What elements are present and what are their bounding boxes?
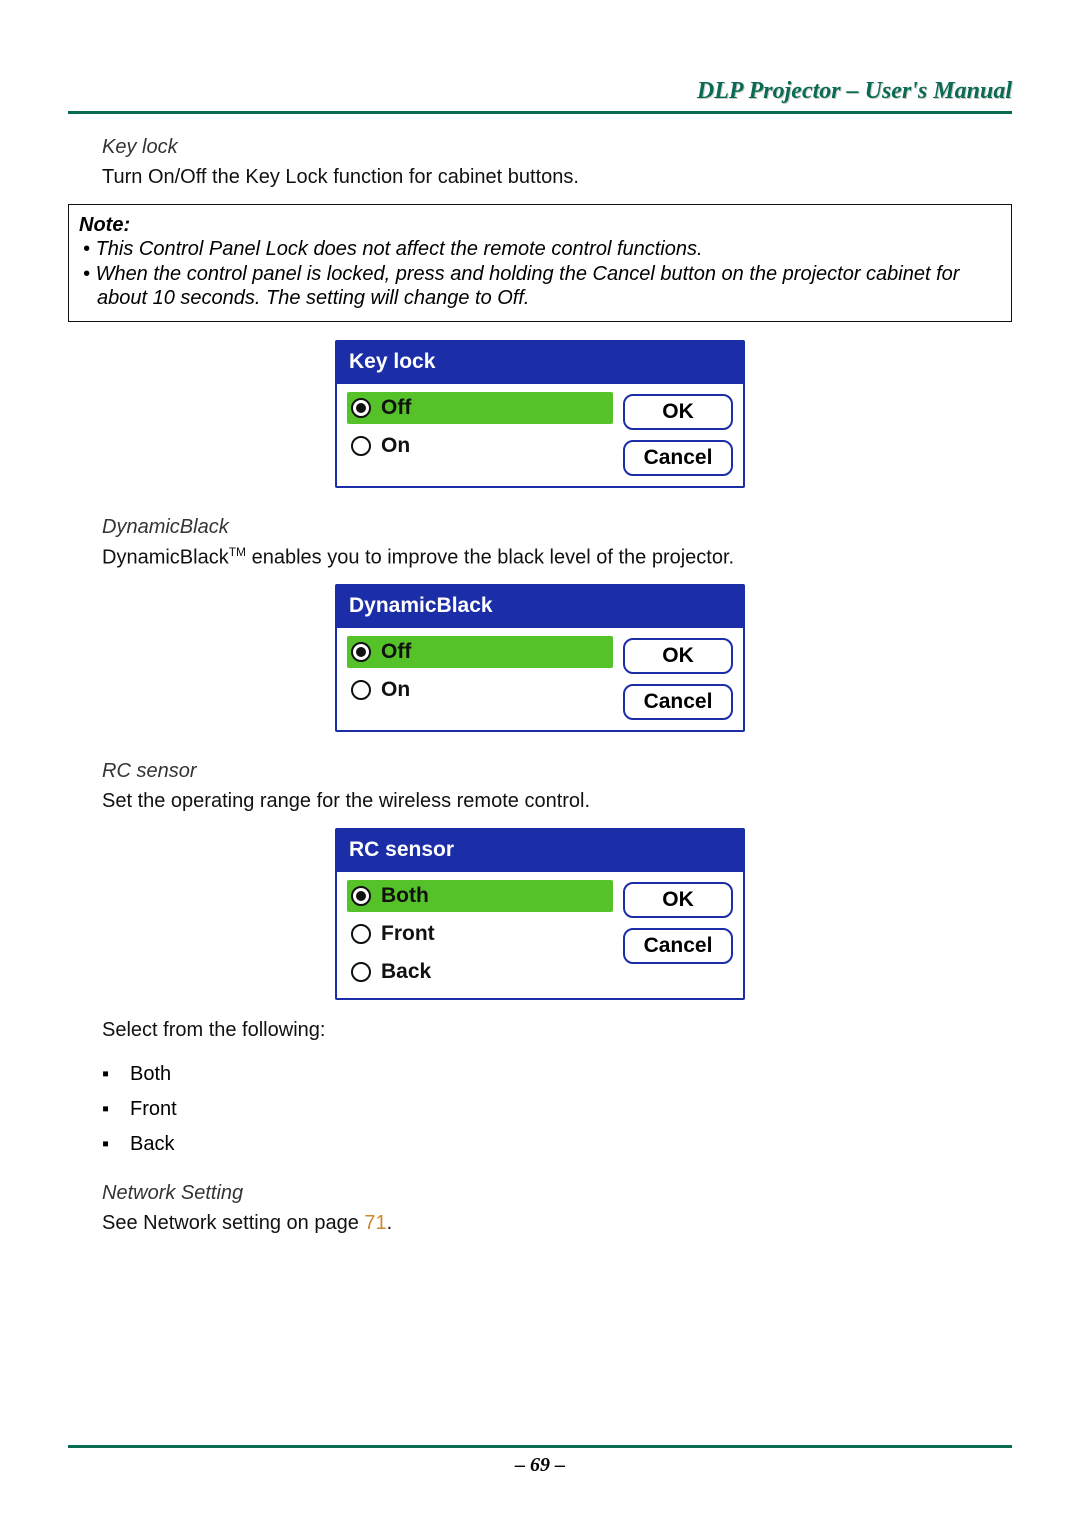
- button-col-dynamicblack: OK Cancel: [623, 636, 733, 720]
- body-text-dynamicblack: DynamicBlackTM enables you to improve th…: [68, 545, 1012, 571]
- header-rule: [68, 111, 1012, 114]
- dialog-body-rcsensor: Both Front Back OK Cancel: [337, 872, 743, 998]
- section-heading-rcsensor: RC sensor: [68, 760, 1012, 783]
- dialog-title-keylock: Key lock: [337, 342, 743, 384]
- note-item-2a: When the control panel is locked, press …: [96, 263, 960, 285]
- radio-filled-icon: [351, 886, 371, 906]
- note-item-2: When the control panel is locked, press …: [83, 262, 1001, 311]
- dialog-body-keylock: Off On OK Cancel: [337, 384, 743, 486]
- option-keylock-off[interactable]: Off: [347, 392, 613, 424]
- db-sup: TM: [229, 545, 246, 559]
- body-text-rcsensor: Set the operating range for the wireless…: [68, 789, 1012, 814]
- options-col-keylock: Off On: [347, 392, 613, 476]
- button-col-keylock: OK Cancel: [623, 392, 733, 476]
- note-list: This Control Panel Lock does not affect …: [79, 237, 1001, 310]
- manual-page: DLP Projector – User's Manual Key lock T…: [0, 0, 1080, 1527]
- section-heading-keylock: Key lock: [68, 136, 1012, 159]
- dialog-title-rcsensor: RC sensor: [337, 830, 743, 872]
- option-rcsensor-front[interactable]: Front: [347, 918, 613, 950]
- radio-empty-icon: [351, 962, 371, 982]
- header-title: DLP Projector – User's Manual: [68, 78, 1012, 111]
- note-label: Note:: [79, 213, 1001, 237]
- page-footer: – 69 –: [0, 1445, 1080, 1477]
- option-keylock-on[interactable]: On: [347, 430, 613, 462]
- option-label: Back: [381, 960, 431, 984]
- option-rcsensor-both[interactable]: Both: [347, 880, 613, 912]
- dialog-rcsensor: RC sensor Both Front Back OK Cancel: [335, 828, 745, 1000]
- options-col-dynamicblack: Off On: [347, 636, 613, 720]
- db-text-a: DynamicBlack: [102, 546, 229, 568]
- option-dynamicblack-on[interactable]: On: [347, 674, 613, 706]
- dialog-title-dynamicblack: DynamicBlack: [337, 586, 743, 628]
- option-label: On: [381, 678, 410, 702]
- list-item: Both: [102, 1057, 1012, 1092]
- ok-button[interactable]: OK: [623, 882, 733, 918]
- radio-empty-icon: [351, 680, 371, 700]
- page-number: – 69 –: [0, 1454, 1080, 1477]
- body-text-keylock: Turn On/Off the Key Lock function for ca…: [68, 165, 1012, 190]
- ok-button[interactable]: OK: [623, 638, 733, 674]
- list-item: Front: [102, 1092, 1012, 1127]
- rcsensor-bullet-list: Both Front Back: [68, 1057, 1012, 1162]
- body-text-network: See Network setting on page 71.: [68, 1211, 1012, 1236]
- dialog-body-dynamicblack: Off On OK Cancel: [337, 628, 743, 730]
- radio-filled-icon: [351, 642, 371, 662]
- option-label: Off: [381, 640, 411, 664]
- note-item-1: This Control Panel Lock does not affect …: [83, 237, 1001, 261]
- option-label: Front: [381, 922, 435, 946]
- note-item-2b: about 10 seconds. The setting will chang…: [83, 286, 1001, 310]
- option-dynamicblack-off[interactable]: Off: [347, 636, 613, 668]
- footer-rule: [68, 1445, 1012, 1448]
- ok-button[interactable]: OK: [623, 394, 733, 430]
- button-col-rcsensor: OK Cancel: [623, 880, 733, 988]
- option-label: On: [381, 434, 410, 458]
- network-text-a: See Network setting on page: [102, 1212, 364, 1234]
- cancel-button[interactable]: Cancel: [623, 928, 733, 964]
- dialog-keylock: Key lock Off On OK Cancel: [335, 340, 745, 488]
- section-heading-network: Network Setting: [68, 1182, 1012, 1205]
- option-label: Off: [381, 396, 411, 420]
- radio-empty-icon: [351, 436, 371, 456]
- radio-filled-icon: [351, 398, 371, 418]
- dialog-dynamicblack: DynamicBlack Off On OK Cancel: [335, 584, 745, 732]
- cancel-button[interactable]: Cancel: [623, 684, 733, 720]
- option-label: Both: [381, 884, 429, 908]
- cancel-button[interactable]: Cancel: [623, 440, 733, 476]
- option-rcsensor-back[interactable]: Back: [347, 956, 613, 988]
- section-heading-dynamicblack: DynamicBlack: [68, 516, 1012, 539]
- list-item: Back: [102, 1127, 1012, 1162]
- radio-empty-icon: [351, 924, 371, 944]
- options-col-rcsensor: Both Front Back: [347, 880, 613, 988]
- select-from-text: Select from the following:: [68, 1018, 1012, 1043]
- network-text-b: .: [387, 1212, 393, 1234]
- note-box: Note: This Control Panel Lock does not a…: [68, 204, 1012, 322]
- db-text-b: enables you to improve the black level o…: [246, 546, 734, 568]
- page-link[interactable]: 71: [364, 1212, 386, 1234]
